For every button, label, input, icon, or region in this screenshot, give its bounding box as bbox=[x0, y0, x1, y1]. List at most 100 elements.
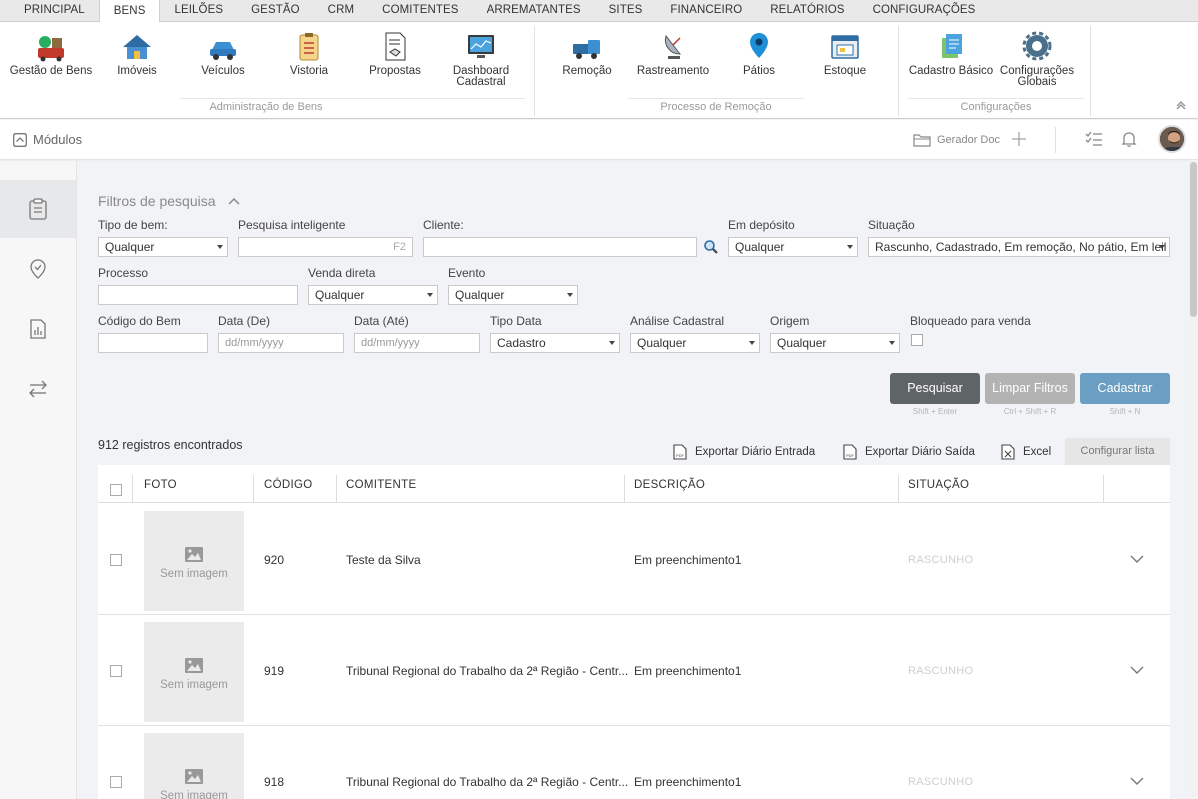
codigo-bem-input[interactable] bbox=[98, 333, 208, 353]
column-situacao[interactable]: SITUAÇÃO bbox=[908, 465, 969, 503]
tab-bens[interactable]: BENS bbox=[98, 0, 161, 22]
ribbon-patios[interactable]: Pátios bbox=[736, 30, 782, 77]
cell-codigo: 919 bbox=[264, 664, 285, 678]
ribbon-propostas[interactable]: Propostas bbox=[364, 30, 426, 77]
group-label-remocao: Processo de Remoção bbox=[660, 101, 772, 113]
data-de-input[interactable]: dd/mm/yyyy bbox=[218, 333, 344, 353]
ribbon-gestao-de-bens[interactable]: Gestão de Bens bbox=[8, 30, 94, 77]
table-row[interactable]: Sem imagem 920 Teste da Silva Em preench… bbox=[98, 504, 1170, 615]
ribbon-veiculos[interactable]: Veículos bbox=[192, 30, 254, 77]
bloqueado-venda-checkbox[interactable] bbox=[911, 334, 923, 346]
pesquisar-button[interactable]: Pesquisar bbox=[890, 373, 980, 404]
location-pin-icon bbox=[750, 33, 768, 58]
header-divider bbox=[1055, 127, 1056, 153]
venda-direta-select[interactable]: Qualquer bbox=[308, 285, 438, 305]
chevron-down-icon[interactable] bbox=[1130, 666, 1144, 675]
pesquisa-inteligente-input[interactable]: F2 bbox=[238, 237, 413, 257]
processo-input[interactable] bbox=[98, 285, 298, 305]
chevron-down-icon[interactable] bbox=[1130, 777, 1144, 786]
ribbon-cadastro-basico[interactable]: Cadastro Básico bbox=[906, 30, 996, 77]
checklist-icon[interactable] bbox=[1085, 130, 1103, 148]
filters-header[interactable]: Filtros de pesquisa bbox=[98, 193, 240, 209]
rail-item-cadastro[interactable] bbox=[0, 180, 76, 238]
tab-crm[interactable]: CRM bbox=[314, 0, 369, 21]
ribbon-vistoria[interactable]: Vistoria bbox=[280, 30, 338, 77]
rail-item-reports[interactable] bbox=[0, 300, 76, 358]
column-divider bbox=[1103, 475, 1104, 503]
evento-value: Qualquer bbox=[455, 288, 505, 302]
situacao-select[interactable]: Rascunho, Cadastrado, Em remoção, No pát… bbox=[868, 237, 1170, 257]
tipo-data-select[interactable]: Cadastro bbox=[490, 333, 620, 353]
user-avatar[interactable] bbox=[1158, 125, 1186, 153]
modulos-button[interactable]: Módulos bbox=[13, 132, 82, 147]
chevron-up-icon[interactable] bbox=[227, 197, 240, 205]
ribbon-imoveis[interactable]: Imóveis bbox=[108, 30, 166, 77]
ribbon-separator bbox=[1090, 26, 1091, 116]
column-comitente[interactable]: COMITENTE bbox=[346, 465, 416, 503]
origem-select[interactable]: Qualquer bbox=[770, 333, 900, 353]
cell-comitente: Teste da Silva bbox=[346, 553, 421, 567]
tab-leiloes[interactable]: LEILÕES bbox=[160, 0, 237, 21]
ribbon-label: Gestão de Bens bbox=[9, 65, 93, 77]
column-descricao[interactable]: DESCRIÇÃO bbox=[634, 465, 705, 503]
tab-arrematantes[interactable]: ARREMATANTES bbox=[473, 0, 595, 21]
chevron-down-icon[interactable] bbox=[1130, 555, 1144, 564]
tab-comitentes[interactable]: COMITENTES bbox=[368, 0, 472, 21]
table-row[interactable]: Sem imagem 919 Tribunal Regional do Trab… bbox=[98, 615, 1170, 726]
configurar-lista-button[interactable]: Configurar lista bbox=[1065, 438, 1170, 465]
row-checkbox[interactable] bbox=[110, 665, 122, 677]
data-ate-input[interactable]: dd/mm/yyyy bbox=[354, 333, 480, 353]
tab-sites[interactable]: SITES bbox=[595, 0, 657, 21]
add-icon[interactable] bbox=[1010, 130, 1028, 148]
limpar-filtros-button[interactable]: Limpar Filtros bbox=[985, 373, 1075, 404]
ribbon-dashboard-cadastral[interactable]: Dashboard Cadastral bbox=[446, 30, 516, 88]
no-image-thumbnail: Sem imagem bbox=[144, 511, 244, 611]
tipo-data-value: Cadastro bbox=[497, 336, 546, 350]
tab-financeiro[interactable]: FINANCEIRO bbox=[656, 0, 756, 21]
ribbon-label: Imóveis bbox=[117, 65, 157, 77]
ribbon-remocao[interactable]: Remoção bbox=[558, 30, 616, 77]
cell-codigo: 918 bbox=[264, 775, 285, 789]
group-label-configuracoes: Configurações bbox=[960, 101, 1032, 113]
rail-item-location[interactable] bbox=[0, 240, 76, 298]
cell-descricao: Em preenchimento1 bbox=[634, 664, 742, 678]
export-diario-saida[interactable]: PDF Exportar Diário Saída bbox=[843, 444, 975, 460]
export-excel[interactable]: Excel bbox=[1001, 444, 1051, 460]
em-deposito-select[interactable]: Qualquer bbox=[728, 237, 858, 257]
column-foto[interactable]: FOTO bbox=[144, 465, 177, 503]
cliente-input[interactable] bbox=[423, 237, 697, 257]
image-placeholder-icon bbox=[185, 769, 203, 784]
dropdown-arrow-icon bbox=[847, 245, 853, 249]
export-diario-entrada[interactable]: PDF Exportar Diário Entrada bbox=[673, 444, 815, 460]
analise-cadastral-select[interactable]: Qualquer bbox=[630, 333, 760, 353]
pdf-file-icon: PDF bbox=[673, 444, 687, 460]
tab-relatorios[interactable]: RELATÓRIOS bbox=[756, 0, 858, 21]
row-checkbox[interactable] bbox=[110, 554, 122, 566]
tab-gestao[interactable]: GESTÃO bbox=[237, 0, 314, 21]
column-codigo[interactable]: CÓDIGO bbox=[264, 465, 312, 503]
ribbon-estoque[interactable]: Estoque bbox=[816, 30, 874, 77]
gerador-doc-label: Gerador Doc bbox=[937, 134, 1000, 146]
collapse-ribbon-icon[interactable] bbox=[1176, 100, 1186, 110]
tipo-data-label: Tipo Data bbox=[490, 314, 542, 328]
export-entrada-label: Exportar Diário Entrada bbox=[695, 446, 816, 458]
evento-select[interactable]: Qualquer bbox=[448, 285, 578, 305]
tab-configuracoes[interactable]: CONFIGURAÇÕES bbox=[859, 0, 990, 21]
ribbon-configuracoes-globais[interactable]: Configurações Globais bbox=[998, 30, 1076, 88]
dropdown-arrow-icon bbox=[889, 341, 895, 345]
tab-principal[interactable]: PRINCIPAL bbox=[10, 0, 99, 21]
tipo-bem-label: Tipo de bem: bbox=[98, 218, 168, 232]
gerador-doc-button[interactable]: Gerador Doc bbox=[913, 133, 1000, 147]
table-row[interactable]: Sem imagem 918 Tribunal Regional do Trab… bbox=[98, 726, 1170, 799]
page-scrollbar-thumb[interactable] bbox=[1190, 162, 1197, 317]
ribbon-rastreamento[interactable]: Rastreamento bbox=[634, 30, 712, 77]
bell-icon[interactable] bbox=[1120, 130, 1138, 148]
rail-item-transfer[interactable] bbox=[0, 360, 76, 418]
row-checkbox[interactable] bbox=[110, 776, 122, 788]
ribbon-label: Vistoria bbox=[289, 65, 329, 77]
select-all-checkbox[interactable] bbox=[110, 484, 122, 496]
cell-codigo: 920 bbox=[264, 553, 285, 567]
tipo-bem-select[interactable]: Qualquer bbox=[98, 237, 228, 257]
search-icon[interactable] bbox=[703, 239, 719, 255]
cadastrar-button[interactable]: Cadastrar bbox=[1080, 373, 1170, 404]
